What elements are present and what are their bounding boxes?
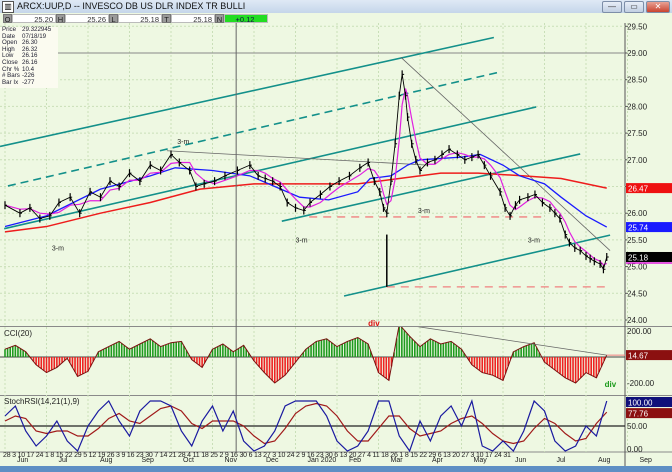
cci-title: CCI(20) [4,329,32,338]
cci-tick-label: -200.00 [627,379,655,388]
chart-canvas[interactable]: 24.0024.5025.0025.5026.0026.5027.0027.50… [0,0,672,472]
stoch-tick-label: 50.00 [627,422,648,431]
x-axis-day-ticks: 28 3 10 17 24 1 8 15 22 29 5 12 19 26 3 … [3,452,511,459]
info-label: Bar Ix [2,78,19,86]
price-tick-label: 24.00 [627,316,648,325]
price-tick-label: 28.50 [627,76,648,85]
price-tick-label: 25.00 [627,263,648,272]
div-label: div [368,319,380,328]
last-value-ma-slow: 26.47 [628,185,649,194]
window-bottom-border [0,466,672,472]
price-tick-label: 27.50 [627,129,648,138]
price-tick-label: 24.50 [627,289,648,298]
stochrsi-title: StochRSI(14,21(1),9) [4,397,80,406]
pattern-label: 3-m [177,139,189,146]
last-value-cci: 14.67 [628,352,649,361]
info-row: Bar Ix -277 [2,78,58,87]
month-label: Aug [598,457,611,464]
info-value: -277 [22,78,35,86]
crosshair-info-box: Price 29.322945 Date 07/18/19 Open 26.30 Hi… [0,26,58,88]
price-tick-label: 27.00 [627,156,648,165]
pattern-label: 3-m [296,238,308,245]
last-value-stoch-slow: 77.76 [628,410,649,419]
last-value-stoch-fast: 100.00 [628,399,653,408]
stoch-tick-label: 0.00 [627,445,643,454]
price-tick-label: 26.00 [627,209,648,218]
price-tick-label: 25.50 [627,236,648,245]
pattern-label: 3-m [52,246,64,253]
last-value-ma-mid: 25.74 [628,224,649,233]
div-label: div [605,380,617,389]
price-tick-label: 29.00 [627,49,648,58]
price-panel [0,23,625,326]
price-tick-label: 29.50 [627,22,648,31]
last-value-close: 25.18 [628,253,649,262]
price-tick-label: 28.00 [627,102,648,111]
cci-tick-label: 200.00 [627,327,652,336]
month-label: Jul [557,457,566,464]
month-label: Sep [640,457,653,464]
month-label: Jun [515,457,526,464]
pattern-label: 3-m [528,238,540,245]
pattern-label: 3-m [418,208,430,215]
